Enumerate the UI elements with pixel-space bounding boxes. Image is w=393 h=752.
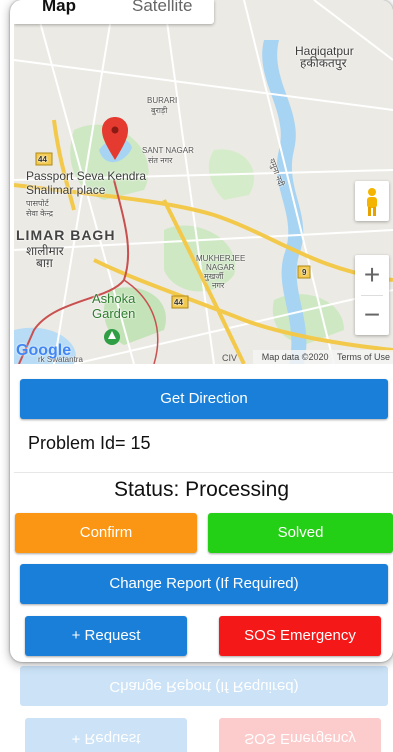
request-button[interactable]: + Request [25, 616, 187, 656]
map-label-nagar: NAGAR [206, 263, 235, 272]
zoom-in-button[interactable]: + [355, 255, 389, 295]
sos-emergency-button[interactable]: SOS Emergency [219, 616, 381, 656]
get-direction-button[interactable]: Get Direction [20, 379, 388, 419]
map-label-bagh-hi: बाग़ [36, 256, 53, 270]
reflection-request: + Request [25, 718, 187, 752]
report-detail-card: Map Satellite Haqiqatpur हकीकतपुर BURARI… [10, 0, 393, 662]
map-label-passport: Passport Seva Kendra [26, 169, 147, 183]
change-report-button[interactable]: Change Report (If Required) [20, 564, 388, 604]
map-label-civ: CIV [222, 353, 238, 363]
card-reflection: + Request SOS Emergency Change Report (I… [10, 662, 393, 752]
map-view[interactable]: Map Satellite Haqiqatpur हकीकतपुर BURARI… [14, 0, 393, 364]
map-label-seva-kendra-hi: सेवा केन्द्र [26, 209, 54, 218]
reflection-change-report: Change Report (If Required) [20, 666, 388, 706]
map-label-mukherjee: MUKHERJEE [196, 254, 246, 263]
map-label-nagar-hi: नगर [212, 281, 225, 290]
zoom-out-button[interactable]: − [355, 295, 389, 335]
status-label: Status: Processing [113, 478, 290, 501]
road-shield-44-south: 44 [174, 298, 183, 307]
zoom-control: + − [355, 255, 389, 335]
street-view-button[interactable] [355, 181, 389, 221]
map-label-burari-hi: बुराड़ी [151, 106, 168, 115]
confirm-button[interactable]: Confirm [15, 513, 197, 553]
divider [14, 472, 393, 473]
road-shield-9: 9 [302, 268, 307, 277]
map-data-text: Map data ©2020 [261, 352, 329, 362]
map-label-limar-bagh: LIMAR BAGH [16, 227, 116, 243]
satellite-tab[interactable]: Satellite [132, 0, 192, 16]
solved-button[interactable]: Solved [208, 513, 393, 553]
map-label-mukherjee-hi: मुखर्जी [204, 272, 224, 281]
pegman-icon [367, 188, 377, 216]
problem-id-label: Problem Id= 15 [28, 433, 151, 453]
google-logo: Google [16, 342, 72, 359]
map-type-control: Map Satellite [14, 0, 214, 24]
map-label-shalimar-place: Shalimar place [26, 183, 106, 197]
map-label-sant-nagar-hi: संत नगर [148, 156, 173, 165]
reflection-sos: SOS Emergency [219, 718, 381, 752]
map-label-sant-nagar: SANT NAGAR [142, 146, 194, 155]
map-label-garden: Garden [92, 306, 136, 321]
map-attribution: Map data ©2020 Terms of Use [252, 350, 393, 364]
map-tab[interactable]: Map [42, 0, 76, 16]
map-label-haqiqatpur-hi: हकीकतपुर [300, 56, 347, 70]
map-label-ashoka: Ashoka [92, 291, 136, 306]
terms-of-use-link[interactable]: Terms of Use [337, 352, 390, 362]
road-shield-44: 44 [38, 155, 47, 164]
map-label-passport-hi: पासपोर्ट [26, 199, 49, 208]
map-label-burari: BURARI [147, 96, 178, 105]
